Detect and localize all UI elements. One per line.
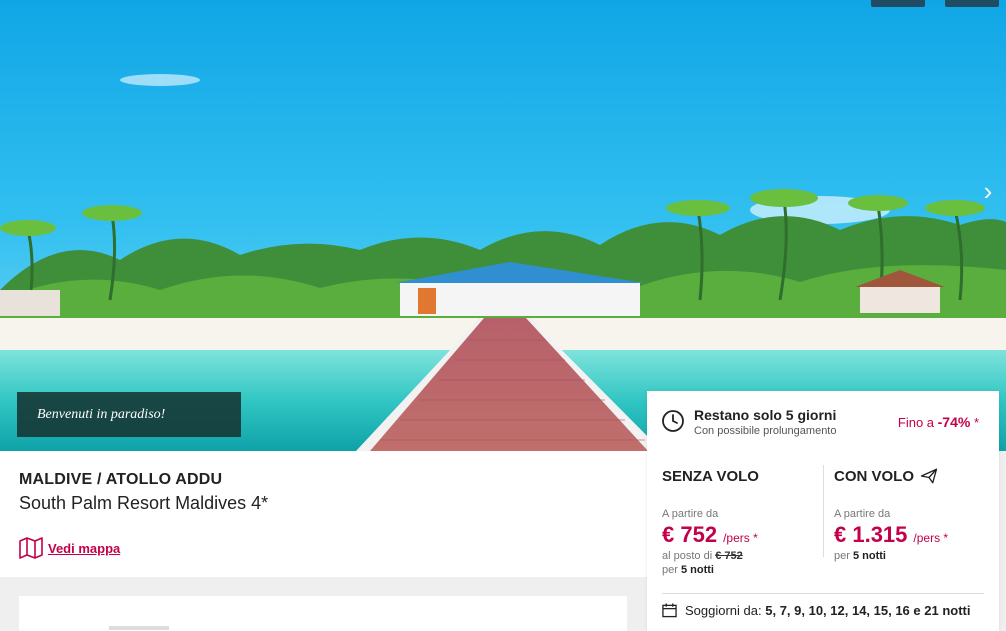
view-map-link[interactable]: Vedi mappa (19, 537, 120, 559)
nights-label: per 5 notti (834, 550, 948, 562)
panel-divider (662, 593, 984, 594)
discount-prefix: Fino a (897, 415, 938, 430)
price: € 752 (662, 522, 718, 547)
price-row: € 1.315 /pers * (834, 522, 948, 548)
hero-photo (0, 0, 1006, 451)
original-price: al posto di € 752 (662, 550, 759, 562)
page: › Benvenuti in paradiso! MALDIVE / ATOLL… (0, 0, 1006, 631)
view-map-label[interactable]: Vedi mappa (48, 541, 120, 556)
airplane-icon (920, 468, 938, 484)
stays-values: 5, 7, 9, 10, 12, 14, 15, 16 e 21 notti (765, 603, 971, 618)
price: € 1.315 (834, 522, 908, 547)
hotel-name: South Palm Resort Maldives 4* (19, 493, 269, 513)
stay-durations: Soggiorni da: 5, 7, 9, 10, 12, 14, 15, 1… (662, 603, 970, 618)
instead-of-label: al posto di (662, 550, 716, 562)
nights-label: per 5 notti (662, 564, 759, 576)
nights-prefix: per (834, 550, 853, 562)
per-person-label: /pers * (723, 531, 758, 545)
instead-of-price: € 752 (715, 550, 743, 562)
clock-icon (662, 410, 684, 432)
hotel-header: MALDIVE / ATOLLO ADDU South Palm Resort … (0, 451, 647, 577)
hero-image: › Benvenuti in paradiso! (0, 0, 1006, 451)
welcome-banner: Benvenuti in paradiso! (17, 392, 241, 437)
content-card-stub (109, 626, 169, 630)
nights-value: 5 notti (852, 550, 886, 562)
availability-subtitle: Con possibile prolungamento (694, 425, 837, 437)
map-icon (19, 537, 43, 559)
discount-value: -74% (937, 414, 971, 430)
stays-label: Soggiorni da: (685, 603, 766, 618)
discount-suffix: * (970, 415, 979, 430)
offer-with-flight-title-row: CON VOLO (834, 466, 948, 486)
offer-divider (823, 465, 824, 557)
price-panel: Restano solo 5 giorni Con possibile prol… (647, 391, 999, 631)
gallery-button-1[interactable] (871, 0, 925, 7)
offer-no-flight[interactable]: SENZA VOLO A partire da € 752 /pers * al… (662, 466, 759, 577)
offer-no-flight-title: SENZA VOLO (662, 467, 759, 485)
per-person-label: /pers * (913, 531, 949, 545)
offer-with-flight[interactable]: CON VOLO A partire da € 1.315 /pers * pe… (834, 466, 948, 563)
nights-value: 5 notti (680, 564, 714, 576)
from-label: A partire da (662, 508, 719, 520)
chevron-right-icon[interactable]: › (976, 175, 1000, 207)
from-label: A partire da (834, 508, 891, 520)
nights-prefix: per (662, 564, 681, 576)
price-row: € 752 /pers * (662, 522, 759, 548)
destination-label: MALDIVE / ATOLLO ADDU (19, 471, 223, 488)
availability-bar: Restano solo 5 giorni Con possibile prol… (647, 391, 999, 451)
offer-with-flight-title: CON VOLO (834, 467, 915, 485)
content-card (19, 596, 627, 631)
discount-badge: Fino a -74% * (898, 414, 979, 430)
gallery-button-2[interactable] (945, 0, 999, 7)
availability-title: Restano solo 5 giorni (694, 407, 837, 423)
calendar-icon (662, 603, 677, 618)
